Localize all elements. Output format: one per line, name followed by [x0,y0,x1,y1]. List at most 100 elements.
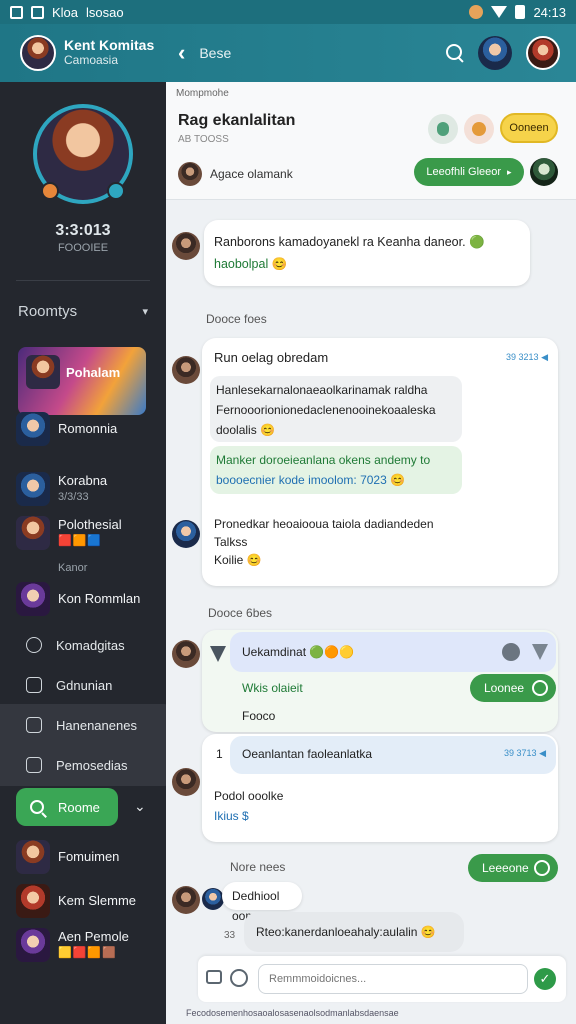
search-icon [30,800,44,814]
footer-note: Fecodosemenhosaoalosasenaolsodmanlabsdae… [186,1008,399,1018]
room-avatar [16,582,50,616]
app-icon [31,5,44,19]
day-separator: Nore nees [230,860,286,874]
room-name: Fomuimen [58,849,120,864]
message-text: Rteo:kanerdanloeahaly:aulalin 😊 [256,925,436,939]
user-subtitle: Camoasia [64,53,119,67]
profile-card: 3:3:013 FOOOIEE [0,82,166,254]
sidebar-room-featured[interactable]: Pohalam [18,347,146,415]
user-name: Kent Komitas [64,37,155,53]
chat-owner: Agace olamank [178,162,293,186]
chat-header: Mompmohe Rag ekanlalitan AB TOOSS Ooneen… [166,82,576,200]
room-name: Romonnia [58,421,118,436]
message-timestamp: 39 3213 ◀ [506,352,548,362]
call-icon[interactable] [428,114,458,144]
avatar[interactable] [202,888,224,910]
sidebar-search-button[interactable]: Roome [16,788,118,826]
avatar[interactable] [172,768,200,796]
chat-bubble-icon [26,637,42,653]
message-bubble: Pronedkar heoaiooua taiola dadiandeden T… [202,508,458,582]
sidebar-item-permissions[interactable]: Pemosedias [0,746,166,784]
profile-avatar-large[interactable] [33,104,133,204]
member-avatar[interactable] [530,158,558,186]
sidebar-room[interactable]: Kon Rommlan [16,582,140,616]
camera-icon[interactable] [206,970,222,984]
chevron-down-icon[interactable]: ⌄ [134,798,146,815]
message-composer: ✓ [198,956,566,1002]
avatar[interactable] [172,520,200,548]
card-title: Run oelag obredam [214,350,329,365]
chevron-down-icon[interactable]: ▾ [142,305,148,318]
highlight-text: Manker doroeieanlana okens andemy to [216,453,431,467]
header-title: Bese [199,45,232,61]
search-label: Roome [58,799,100,815]
sidebar-room[interactable]: Kem Slemme [16,884,136,918]
room-badges: 🟨🟥🟧🟫 [58,947,117,959]
name-bubble: Dedhiool oome [222,882,302,923]
filter-icon[interactable] [532,644,548,660]
avatar[interactable] [172,640,200,668]
avatar[interactable] [172,886,200,914]
confirm-button[interactable]: Loonee [470,674,556,702]
sidebar-item-handles[interactable]: Hanenanenes [0,706,166,744]
join-button[interactable]: Leeofhli Gleeor ▸ [414,158,524,186]
avatar[interactable] [172,356,200,384]
chevron-right-icon: ▸ [507,166,512,177]
sidebar-subtitle: Kanor [58,562,88,574]
status-text-2: lsosao [86,4,124,20]
search-icon[interactable] [446,44,464,62]
room-name: Korabna [58,473,108,488]
sidebar-item-messages[interactable]: Komadgitas [0,626,166,664]
battery-icon [515,5,526,19]
folder-icon [26,757,42,773]
sidebar-room[interactable]: Fomuimen [16,840,119,874]
message-bubble: Rteo:kanerdanloeahaly:aulalin 😊 [244,912,464,952]
current-user[interactable]: Kent Komitas Camoasia [0,35,166,71]
profile-name: 3:3:013 [55,222,111,239]
info-icon[interactable] [502,643,520,661]
nav-label: Hanenanenes [56,717,137,733]
quoted-message: Uekamdinat 🟢🟠🟡 [230,632,556,672]
message-input[interactable] [258,964,528,994]
button-label: Loonee [484,681,525,695]
owner-name: Agace olamank [210,167,293,181]
level-badge-icon [41,182,59,200]
contact-avatar[interactable] [478,36,512,70]
sidebar-room[interactable]: Korabna 3/3/33 [16,472,107,506]
sub-text: Fooco [242,709,276,723]
room-name: Pohalam [66,365,121,380]
emoji-icon[interactable] [230,969,248,987]
message-text: Ranborons kamadoyanekl ra Keanha daneor.… [214,235,485,249]
highlighted-message: Manker doroeieanlana okens andemy to boo… [210,446,462,494]
avatar[interactable] [172,232,200,260]
message-bubble: Ranborons kamadoyanekl ra Keanha daneor.… [204,220,530,286]
chat-panel: Mompmohe Rag ekanlalitan AB TOOSS Ooneen… [166,82,576,1024]
sidebar-item-general[interactable]: Gdnunian [0,666,166,704]
sidebar-room[interactable]: Romonnia [16,412,117,446]
join-label: Leeofhli Gleeor [426,166,502,178]
sidebar-room[interactable]: Polothesial 🟥🟧🟦 [16,516,122,550]
room-avatar [16,516,50,550]
button-label: Leeeone [482,861,529,875]
accept-button[interactable]: Leeeone [468,854,558,882]
message-text: haobolpal 😊 [214,257,288,271]
profile-avatar[interactable] [526,36,560,70]
room-avatar [16,840,50,874]
nav-label: Gdnunian [56,677,113,693]
quoted-text: Fernooorionionedaclenenooinekoaaleska [216,403,436,417]
notification-icon [10,5,23,19]
verified-badge-icon [107,182,125,200]
quoted-text: Hanlesekarnalonaeaolkarinamak raldha [216,383,428,397]
rooms-section-header[interactable]: Roomtys ▾ [0,281,166,320]
reaction-icon[interactable] [464,114,494,144]
sidebar: 3:3:013 FOOOIEE Roomtys ▾ Pohalam Romonn… [0,82,170,1024]
back-icon[interactable]: ‹ [178,40,185,66]
room-name: Polothesial [58,517,122,532]
message-card: Uekamdinat 🟢🟠🟡 Wkis olaieit Loonee Fooco [202,630,558,732]
sidebar-room[interactable]: Aen Pemole 🟨🟥🟧🟫 [16,928,129,962]
room-avatar [16,412,50,446]
send-button[interactable]: ✓ [534,968,556,990]
chat-title: Rag ekanlalitan [178,112,296,129]
reply-icon[interactable] [210,646,226,662]
open-button[interactable]: Ooneen [500,113,558,143]
